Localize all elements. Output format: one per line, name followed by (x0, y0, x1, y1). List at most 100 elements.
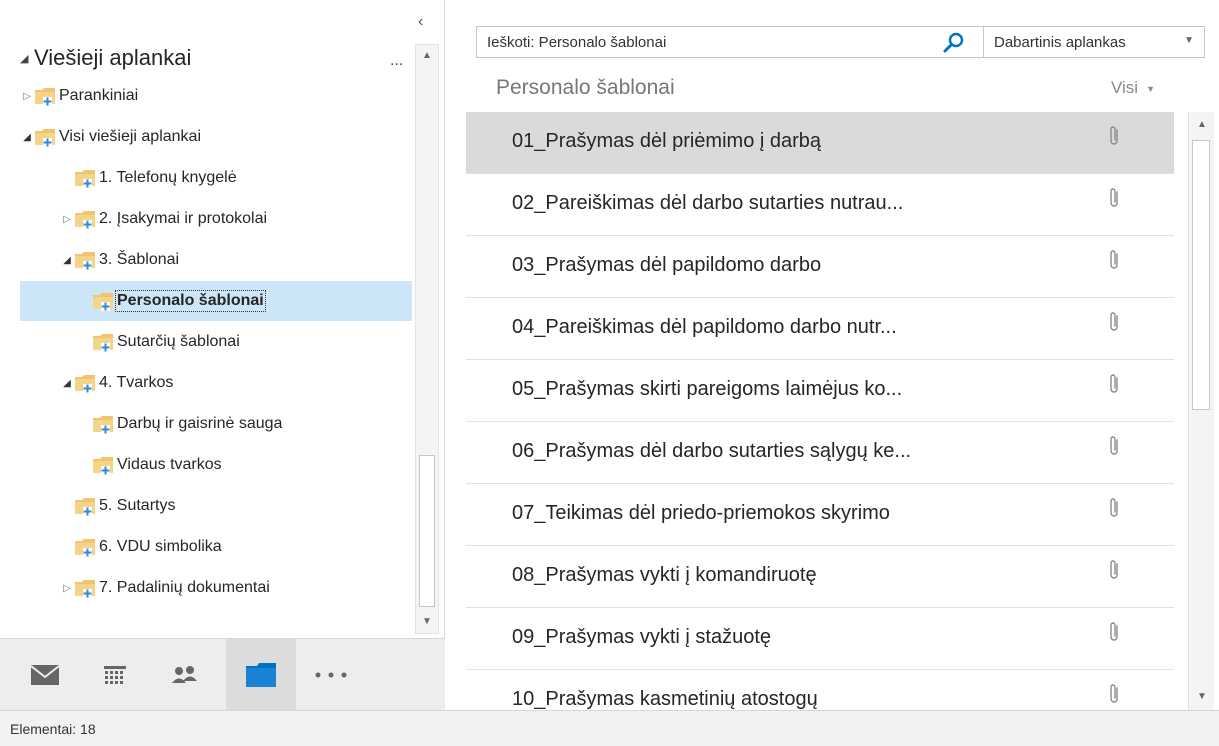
expand-caret-icon[interactable]: ▷ (60, 214, 74, 225)
tree-folder-item[interactable]: ▷ Parankiniai (20, 76, 412, 116)
root-folder-public[interactable]: ◢ Viešieji aplankai (20, 40, 191, 76)
message-subject: 04_Pareiškimas dėl papildomo darbo nutr.… (512, 316, 897, 338)
message-subject: 09_Prašymas vykti į stažuotę (512, 626, 771, 648)
attachment-icon (1110, 312, 1118, 331)
chevron-down-icon: ▼ (1184, 35, 1194, 46)
nav-calendar-button[interactable] (80, 639, 150, 711)
public-folder-icon (93, 457, 113, 475)
message-subject: 05_Prašymas skirti pareigoms laimėjus ko… (512, 378, 903, 400)
attachment-icon (1110, 436, 1118, 455)
message-row[interactable]: 08_Prašymas vykti į komandiruotę (466, 546, 1174, 608)
message-subject: 10_Prašymas kasmetinių atostogų (512, 688, 818, 710)
expand-caret-icon[interactable]: ◢ (20, 52, 34, 65)
message-row[interactable]: 01_Prašymas dėl priėmimo į darbą (466, 112, 1174, 174)
message-list: 01_Prašymas dėl priėmimo į darbą 02_Parei… (466, 112, 1174, 710)
folder-pane: ‹ ◢ Viešieji aplankai ... ▷ Parankiniai ◢ V… (0, 0, 445, 711)
search-icon[interactable] (942, 31, 966, 55)
tree-folder-item[interactable]: Sutarčių šablonai (20, 322, 412, 362)
tree-folder-label: Personalo šablonai (115, 290, 266, 312)
folder-tree-scrollbar[interactable]: ▲ ▼ (415, 44, 439, 634)
message-row[interactable]: 02_Pareiškimas dėl darbo sutarties nutra… (466, 174, 1174, 236)
tree-folder-item[interactable]: ▷ 2. Įsakymai ir protokolai (20, 199, 412, 239)
message-subject: 02_Pareiškimas dėl darbo sutarties nutra… (512, 192, 904, 214)
expand-caret-icon[interactable]: ◢ (20, 132, 34, 143)
status-bar: Elementai: 18 (0, 710, 1219, 746)
tree-folder-item[interactable]: 5. Sutartys (20, 486, 412, 526)
scrollbar-thumb[interactable] (419, 455, 435, 607)
message-row[interactable]: 09_Prašymas vykti į stažuotę (466, 608, 1174, 670)
public-folder-icon (93, 416, 113, 434)
message-list-scrollbar[interactable]: ▲ ▼ (1188, 112, 1214, 710)
public-folder-icon (75, 252, 95, 270)
public-folder-icon (75, 375, 95, 393)
message-subject: 07_Teikimas dėl priedo-priemokos skyrimo (512, 502, 890, 524)
tree-folder-item[interactable]: Personalo šablonai (20, 281, 412, 321)
message-row[interactable]: 05_Prašymas skirti pareigoms laimėjus ko… (466, 360, 1174, 422)
expand-caret-icon[interactable]: ◢ (60, 255, 74, 266)
tree-folder-label: Vidaus tvarkos (117, 456, 222, 473)
public-folder-icon (75, 580, 95, 598)
tree-folder-label: 2. Įsakymai ir protokolai (99, 210, 268, 227)
attachment-icon (1110, 374, 1118, 393)
tree-folder-label: Darbų ir gaisrinė sauga (117, 415, 283, 432)
collapse-pane-button[interactable]: ‹ (418, 14, 423, 30)
nav-people-button[interactable] (150, 639, 220, 711)
tree-folder-label: 6. VDU simbolika (99, 538, 222, 555)
search-scope-label: Dabartinis aplankas (994, 33, 1126, 51)
tree-folder-item[interactable]: Vidaus tvarkos (20, 445, 412, 485)
message-row[interactable]: 10_Prašymas kasmetinių atostogų (466, 670, 1174, 710)
nav-mail-button[interactable] (10, 639, 80, 711)
scrollbar-thumb[interactable] (1192, 140, 1210, 410)
message-subject: 01_Prašymas dėl priėmimo į darbą (512, 130, 822, 152)
message-row[interactable]: 04_Pareiškimas dėl papildomo darbo nutr.… (466, 298, 1174, 360)
tree-folder-label: 4. Tvarkos (99, 374, 174, 391)
public-folder-icon (35, 88, 55, 106)
folder-tree: ◢ Viešieji aplankai ... ▷ Parankiniai ◢ Vis… (20, 30, 412, 636)
attachment-icon (1110, 622, 1118, 641)
attachment-icon (1110, 188, 1118, 207)
message-subject: 03_Prašymas dėl papildomo darbo (512, 254, 822, 276)
tree-folder-item[interactable]: ◢ Visi viešieji aplankai (20, 117, 412, 157)
tree-folder-item[interactable]: ◢ 3. Šablonai (20, 240, 412, 280)
message-subject: 06_Prašymas dėl darbo sutarties sąlygų k… (512, 440, 912, 462)
public-folder-icon (93, 334, 113, 352)
scroll-up-icon[interactable]: ▲ (416, 45, 438, 67)
message-row[interactable]: 06_Prašymas dėl darbo sutarties sąlygų k… (466, 422, 1174, 484)
people-icon (172, 666, 197, 683)
scroll-up-icon[interactable]: ▲ (1191, 114, 1213, 136)
more-icon (315, 672, 347, 678)
message-pane: Dabartinis aplankas ▼ Personalo šablonai… (446, 0, 1219, 710)
tree-folder-label: Visi viešieji aplankai (59, 128, 201, 145)
public-folder-icon (75, 211, 95, 229)
search-input[interactable] (487, 31, 927, 53)
message-row[interactable]: 07_Teikimas dėl priedo-priemokos skyrimo (466, 484, 1174, 546)
tree-folder-item[interactable]: Darbų ir gaisrinė sauga (20, 404, 412, 444)
message-row[interactable]: 03_Prašymas dėl papildomo darbo (466, 236, 1174, 298)
root-folder-more-button[interactable]: ... (390, 52, 403, 70)
tree-folder-item[interactable]: ◢ 4. Tvarkos (20, 363, 412, 403)
scroll-down-icon[interactable]: ▼ (416, 611, 438, 633)
search-box[interactable] (476, 26, 984, 58)
attachment-icon (1110, 126, 1118, 145)
public-folder-icon (75, 539, 95, 557)
tree-folder-label: 3. Šablonai (99, 251, 180, 268)
search-scope-dropdown[interactable]: Dabartinis aplankas ▼ (983, 26, 1205, 58)
tree-folder-label: 5. Sutartys (99, 497, 176, 514)
expand-caret-icon[interactable]: ◢ (60, 378, 74, 389)
expand-caret-icon[interactable]: ▷ (20, 91, 34, 102)
filter-dropdown[interactable]: Visi ▼ (1111, 78, 1155, 98)
tree-folder-label: 7. Padalinių dokumentai (99, 579, 270, 596)
message-subject: 08_Prašymas vykti į komandiruotę (512, 564, 817, 586)
nav-more-button[interactable] (296, 639, 366, 711)
public-folder-icon (35, 129, 55, 147)
nav-folders-button[interactable] (226, 639, 296, 711)
chevron-down-icon: ▼ (1146, 83, 1156, 94)
public-folder-icon (75, 498, 95, 516)
navigation-bar (0, 638, 445, 711)
tree-folder-item[interactable]: ▷ 7. Padalinių dokumentai (20, 568, 412, 608)
tree-folder-item[interactable]: 6. VDU simbolika (20, 527, 412, 567)
expand-caret-icon[interactable]: ▷ (60, 583, 74, 594)
scroll-down-icon[interactable]: ▼ (1191, 686, 1213, 708)
tree-folder-item[interactable]: 1. Telefonų knygelė (20, 158, 412, 198)
folder-icon (246, 663, 276, 687)
